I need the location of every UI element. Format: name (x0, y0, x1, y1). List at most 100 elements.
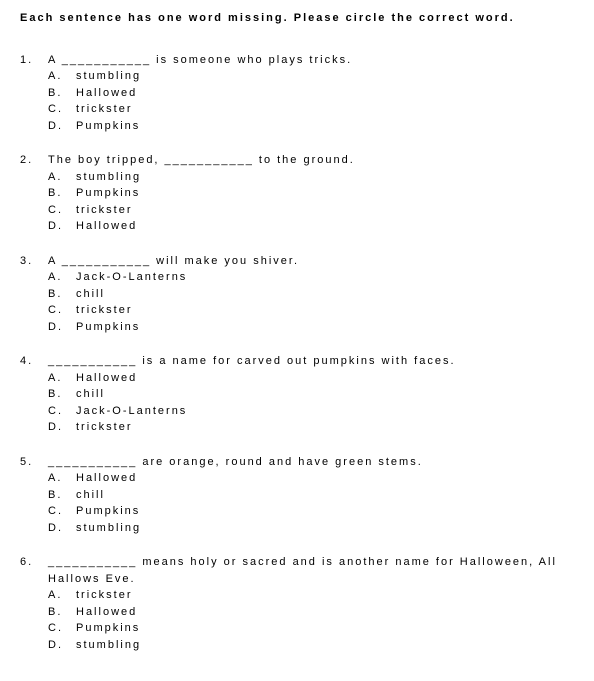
choice[interactable]: A.stumbling (48, 169, 574, 186)
choice-letter: B. (48, 386, 76, 403)
choice-letter: A. (48, 169, 76, 186)
question: 3.A ___________ will make you shiver.A.J… (20, 253, 574, 336)
choice[interactable]: C.trickster (48, 101, 574, 118)
choices: A.HallowedB.chillC.Jack-O-LanternsD.tric… (48, 370, 574, 436)
choice-letter: D. (48, 637, 76, 654)
choice[interactable]: C.Pumpkins (48, 620, 574, 637)
question-text: ___________ are orange, round and have g… (48, 454, 574, 471)
choices: A.HallowedB.chillC.PumpkinsD.stumbling (48, 470, 574, 536)
question-number: 4. (20, 353, 48, 370)
choice-text: trickster (76, 101, 574, 118)
choice[interactable]: D.trickster (48, 419, 574, 436)
choice[interactable]: D.stumbling (48, 520, 574, 537)
question-number: 6. (20, 554, 48, 587)
choice-letter: A. (48, 587, 76, 604)
question-line: 5.___________ are orange, round and have… (20, 454, 574, 471)
choice[interactable]: C.Pumpkins (48, 503, 574, 520)
choice-text: Hallowed (76, 470, 574, 487)
choice-letter: D. (48, 319, 76, 336)
choice-letter: A. (48, 370, 76, 387)
choice-text: Pumpkins (76, 118, 574, 135)
choice-text: Pumpkins (76, 185, 574, 202)
choice[interactable]: A.Hallowed (48, 470, 574, 487)
question-text: ___________ means holy or sacred and is … (48, 554, 574, 587)
choice-letter: B. (48, 85, 76, 102)
choice-letter: B. (48, 286, 76, 303)
choice[interactable]: B.chill (48, 386, 574, 403)
choice[interactable]: B.chill (48, 487, 574, 504)
question-number: 2. (20, 152, 48, 169)
choice[interactable]: D.Hallowed (48, 218, 574, 235)
choice[interactable]: B.Hallowed (48, 85, 574, 102)
questions-container: 1.A ___________ is someone who plays tri… (20, 52, 574, 654)
choice-letter: A. (48, 269, 76, 286)
question: 1.A ___________ is someone who plays tri… (20, 52, 574, 135)
choice-text: chill (76, 487, 574, 504)
choice-text: Hallowed (76, 370, 574, 387)
choice-letter: D. (48, 118, 76, 135)
choice[interactable]: A.stumbling (48, 68, 574, 85)
choice-letter: B. (48, 185, 76, 202)
choice[interactable]: D.Pumpkins (48, 319, 574, 336)
choice-text: Pumpkins (76, 319, 574, 336)
choice[interactable]: D.stumbling (48, 637, 574, 654)
question-line: 1.A ___________ is someone who plays tri… (20, 52, 574, 69)
choice-letter: A. (48, 470, 76, 487)
choice-text: Jack-O-Lanterns (76, 403, 574, 420)
choice-letter: A. (48, 68, 76, 85)
choice[interactable]: A.Hallowed (48, 370, 574, 387)
choices: A.Jack-O-LanternsB.chillC.tricksterD.Pum… (48, 269, 574, 335)
choice[interactable]: B.chill (48, 286, 574, 303)
choice-text: chill (76, 386, 574, 403)
choice-letter: D. (48, 218, 76, 235)
question-number: 3. (20, 253, 48, 270)
choice-text: Pumpkins (76, 620, 574, 637)
question-number: 5. (20, 454, 48, 471)
choice-letter: C. (48, 503, 76, 520)
question: 2.The boy tripped, ___________ to the gr… (20, 152, 574, 235)
choice-text: Hallowed (76, 218, 574, 235)
choice-text: trickster (76, 419, 574, 436)
choice[interactable]: B.Pumpkins (48, 185, 574, 202)
question: 5.___________ are orange, round and have… (20, 454, 574, 537)
question-number: 1. (20, 52, 48, 69)
question-line: 2.The boy tripped, ___________ to the gr… (20, 152, 574, 169)
choices: A.tricksterB.HallowedC.PumpkinsD.stumbli… (48, 587, 574, 653)
question-text: ___________ is a name for carved out pum… (48, 353, 574, 370)
choices: A.stumblingB.HallowedC.tricksterD.Pumpki… (48, 68, 574, 134)
choice-letter: D. (48, 419, 76, 436)
choice-letter: C. (48, 620, 76, 637)
choice[interactable]: B.Hallowed (48, 604, 574, 621)
choice-letter: B. (48, 604, 76, 621)
question-line: 4.___________ is a name for carved out p… (20, 353, 574, 370)
question-line: 6.___________ means holy or sacred and i… (20, 554, 574, 587)
question: 4.___________ is a name for carved out p… (20, 353, 574, 436)
choice-text: stumbling (76, 68, 574, 85)
choice[interactable]: A.trickster (48, 587, 574, 604)
choice[interactable]: C.trickster (48, 302, 574, 319)
question-text: The boy tripped, ___________ to the grou… (48, 152, 574, 169)
choice[interactable]: C.trickster (48, 202, 574, 219)
question-text: A ___________ will make you shiver. (48, 253, 574, 270)
choice-letter: C. (48, 202, 76, 219)
choice[interactable]: A.Jack-O-Lanterns (48, 269, 574, 286)
choice-text: stumbling (76, 169, 574, 186)
choice-text: Hallowed (76, 85, 574, 102)
choice-text: chill (76, 286, 574, 303)
choices: A.stumblingB.PumpkinsC.tricksterD.Hallow… (48, 169, 574, 235)
choice-text: stumbling (76, 637, 574, 654)
question-text: A ___________ is someone who plays trick… (48, 52, 574, 69)
choice[interactable]: C.Jack-O-Lanterns (48, 403, 574, 420)
choice[interactable]: D.Pumpkins (48, 118, 574, 135)
choice-text: Hallowed (76, 604, 574, 621)
choice-letter: D. (48, 520, 76, 537)
choice-letter: C. (48, 302, 76, 319)
choice-text: trickster (76, 202, 574, 219)
choice-letter: B. (48, 487, 76, 504)
choice-text: stumbling (76, 520, 574, 537)
question: 6.___________ means holy or sacred and i… (20, 554, 574, 653)
choice-text: trickster (76, 587, 574, 604)
choice-letter: C. (48, 101, 76, 118)
choice-letter: C. (48, 403, 76, 420)
choice-text: Pumpkins (76, 503, 574, 520)
